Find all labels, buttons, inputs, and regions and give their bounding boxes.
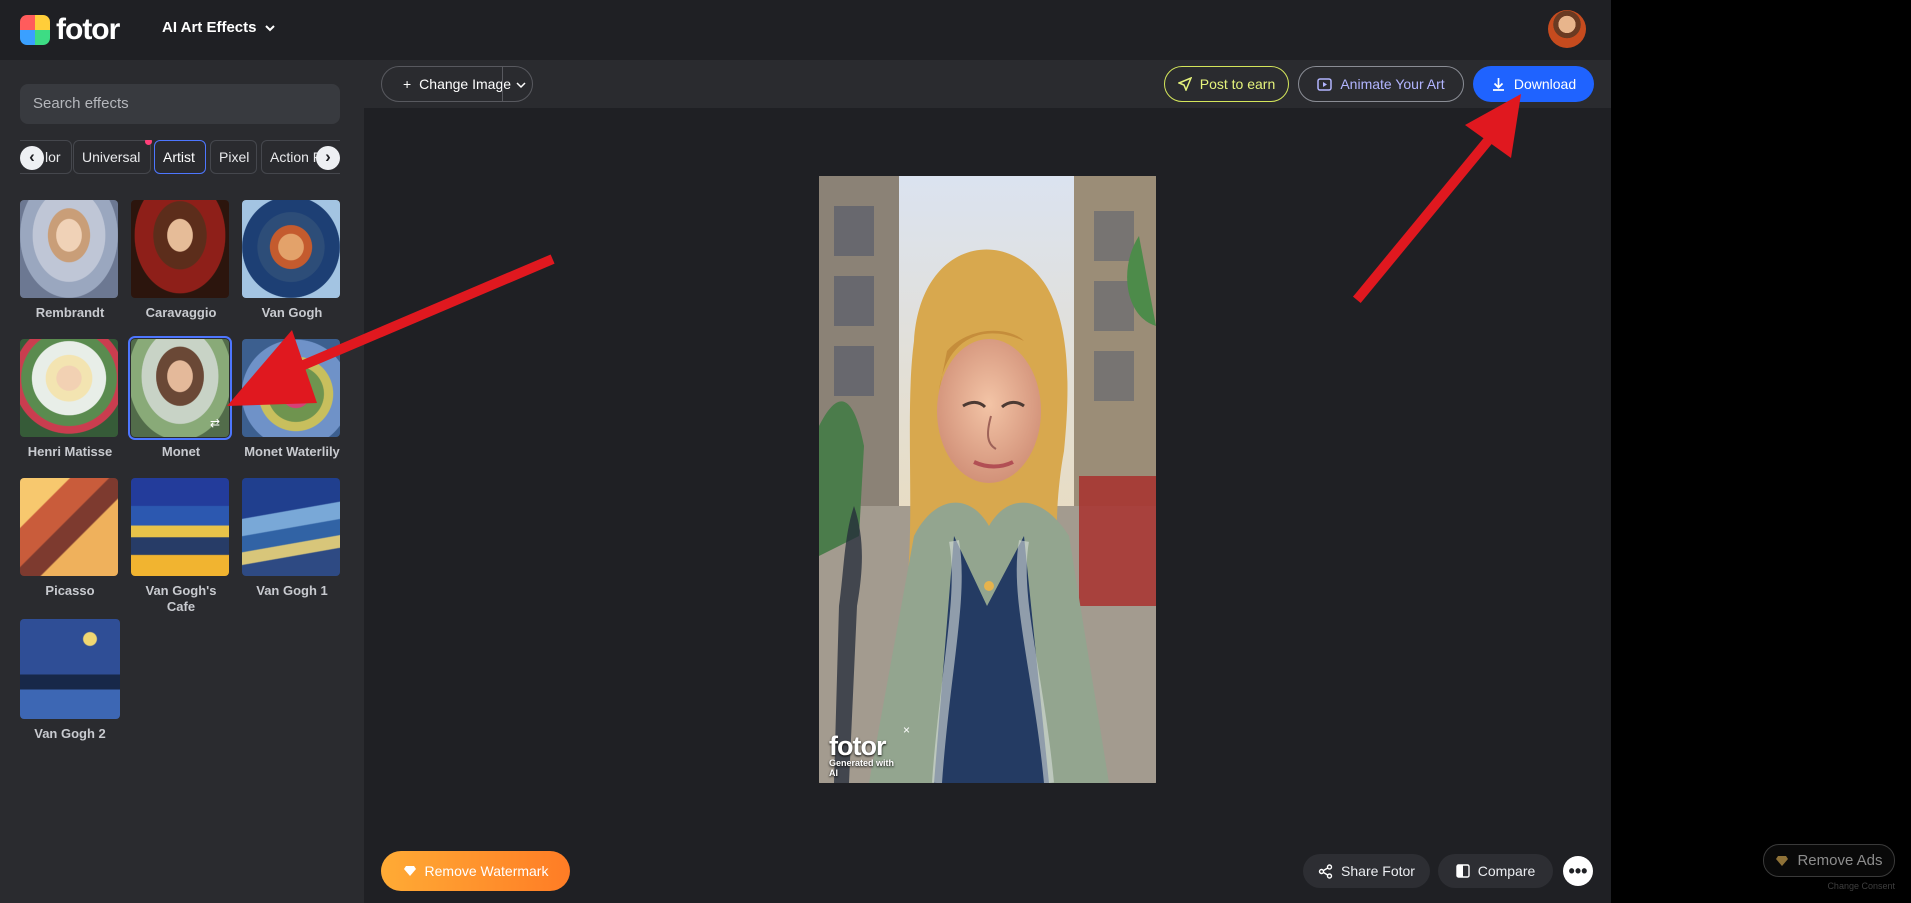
animate-your-art-button[interactable]: Animate Your Art — [1298, 66, 1464, 102]
tab-label: lor — [45, 149, 61, 165]
fotor-watermark: fotor Generated with AI — [829, 731, 901, 778]
more-icon: ••• — [1568, 860, 1588, 881]
effect-rembrandt[interactable]: Rembrandt — [20, 200, 120, 321]
chevron-right-icon[interactable]: › — [316, 146, 340, 170]
effect-name: Van Gogh's Cafe — [145, 583, 217, 614]
monet-style-portrait — [819, 176, 1156, 783]
remove-ads-label: Remove Ads — [1797, 852, 1883, 869]
search-placeholder: Search effects — [33, 95, 129, 112]
effect-name: Monet Waterlily — [244, 444, 340, 459]
button-divider — [502, 67, 503, 101]
download-icon — [1492, 77, 1504, 91]
animate-your-art-label: Animate Your Art — [1340, 76, 1445, 92]
henri-matisse-thumbnail — [20, 339, 118, 437]
compare-button[interactable]: Compare — [1438, 854, 1553, 888]
post-to-earn-button[interactable]: Post to earn — [1164, 66, 1289, 102]
effect-category-tabs: lor Universal Artist Pixel Action F ‹ › — [20, 140, 340, 174]
download-button[interactable]: Download — [1473, 66, 1594, 102]
van-gogh-thumbnail — [242, 200, 340, 298]
new-badge-dot — [145, 140, 152, 145]
picasso-thumbnail — [20, 478, 118, 576]
effect-van-gogh-2[interactable]: Van Gogh 2 — [20, 619, 120, 742]
effect-name: Rembrandt — [35, 305, 105, 320]
compare-icon — [1456, 864, 1470, 878]
animate-icon — [1317, 77, 1333, 91]
more-options-button[interactable]: ••• — [1563, 856, 1593, 886]
change-consent-link[interactable]: Change Consent — [1815, 881, 1895, 891]
effects-sidebar: Search effects lor Universal Artist Pixe… — [0, 60, 364, 903]
tab-label: Action F — [270, 149, 322, 165]
tab-label: Artist — [163, 149, 195, 165]
effect-van-goghs-cafe[interactable]: Van Gogh's Cafe — [131, 478, 231, 615]
effect-name: Caravaggio — [145, 305, 217, 320]
tab-universal[interactable]: Universal — [73, 140, 152, 174]
canvas-toolbar: + Change Image Post to earn Animate Your… — [364, 60, 1611, 108]
tab-artist[interactable]: Artist — [154, 140, 206, 174]
post-to-earn-label: Post to earn — [1199, 76, 1276, 92]
fotor-logo[interactable]: fotor — [20, 13, 120, 47]
plus-icon: + — [402, 76, 412, 92]
search-effects-input[interactable]: Search effects — [20, 84, 340, 124]
paper-plane-icon — [1177, 77, 1192, 91]
remove-ads-button[interactable]: Remove Ads — [1763, 844, 1895, 877]
avatar[interactable] — [1548, 10, 1586, 48]
main-canvas-area: + Change Image Post to earn Animate Your… — [364, 60, 1611, 903]
effect-caravaggio[interactable]: Caravaggio — [131, 200, 231, 321]
van-goghs-cafe-thumbnail — [131, 478, 229, 576]
fotor-app: fotor AI Art Effects Search effects lor … — [0, 0, 1611, 903]
generated-art-image[interactable]: fotor Generated with AI × — [819, 176, 1156, 783]
change-image-button[interactable]: + Change Image — [381, 66, 533, 102]
monet-waterlily-thumbnail — [242, 339, 340, 437]
close-icon[interactable]: × — [903, 724, 915, 736]
effect-picasso[interactable]: Picasso — [20, 478, 120, 599]
effect-van-gogh[interactable]: Van Gogh — [242, 200, 342, 321]
diamond-icon — [403, 866, 416, 876]
tab-label: Pixel — [219, 149, 250, 165]
logo-mark-icon — [20, 15, 50, 45]
remove-watermark-label: Remove Watermark — [424, 863, 549, 879]
swap-icon[interactable]: ⇄ — [207, 415, 223, 431]
monet-thumbnail: ⇄ — [128, 336, 232, 440]
compare-label: Compare — [1477, 863, 1536, 879]
share-fotor-button[interactable]: Share Fotor — [1303, 854, 1430, 888]
van-gogh-1-thumbnail — [242, 478, 340, 576]
share-label: Share Fotor — [1341, 863, 1415, 879]
effect-van-gogh-1[interactable]: Van Gogh 1 — [242, 478, 342, 599]
change-image-label: Change Image — [419, 76, 512, 92]
chevron-down-icon — [265, 24, 276, 31]
effect-henri-matisse[interactable]: Henri Matisse — [20, 339, 120, 460]
top-bar: fotor AI Art Effects — [0, 0, 1611, 60]
effect-monet[interactable]: ⇄ Monet — [128, 336, 232, 460]
effect-name: Van Gogh 1 — [256, 583, 328, 598]
share-icon — [1318, 863, 1333, 879]
tab-pixel[interactable]: Pixel — [210, 140, 257, 174]
download-label: Download — [1513, 76, 1577, 92]
van-gogh-2-thumbnail — [20, 619, 120, 719]
chevron-down-icon[interactable] — [516, 80, 526, 90]
ai-art-effects-menu[interactable]: AI Art Effects — [162, 19, 276, 36]
effect-name: Monet — [161, 444, 201, 459]
diamond-icon — [1776, 855, 1789, 866]
effect-name: Van Gogh 2 — [34, 726, 106, 741]
effect-monet-waterlily[interactable]: Monet Waterlily — [242, 339, 342, 460]
effect-name: Picasso — [45, 583, 95, 598]
effect-name: Henri Matisse — [27, 444, 113, 459]
tab-label: Universal — [82, 149, 141, 165]
rembrandt-thumbnail — [20, 200, 118, 298]
chevron-left-icon[interactable]: ‹ — [20, 146, 44, 170]
logo-text: fotor — [56, 13, 120, 46]
watermark-subtext: Generated with AI — [829, 758, 895, 778]
caravaggio-thumbnail — [131, 200, 229, 298]
effect-name: Van Gogh — [261, 305, 323, 320]
remove-watermark-button[interactable]: Remove Watermark — [381, 851, 570, 891]
menu-title-label: AI Art Effects — [162, 19, 257, 36]
